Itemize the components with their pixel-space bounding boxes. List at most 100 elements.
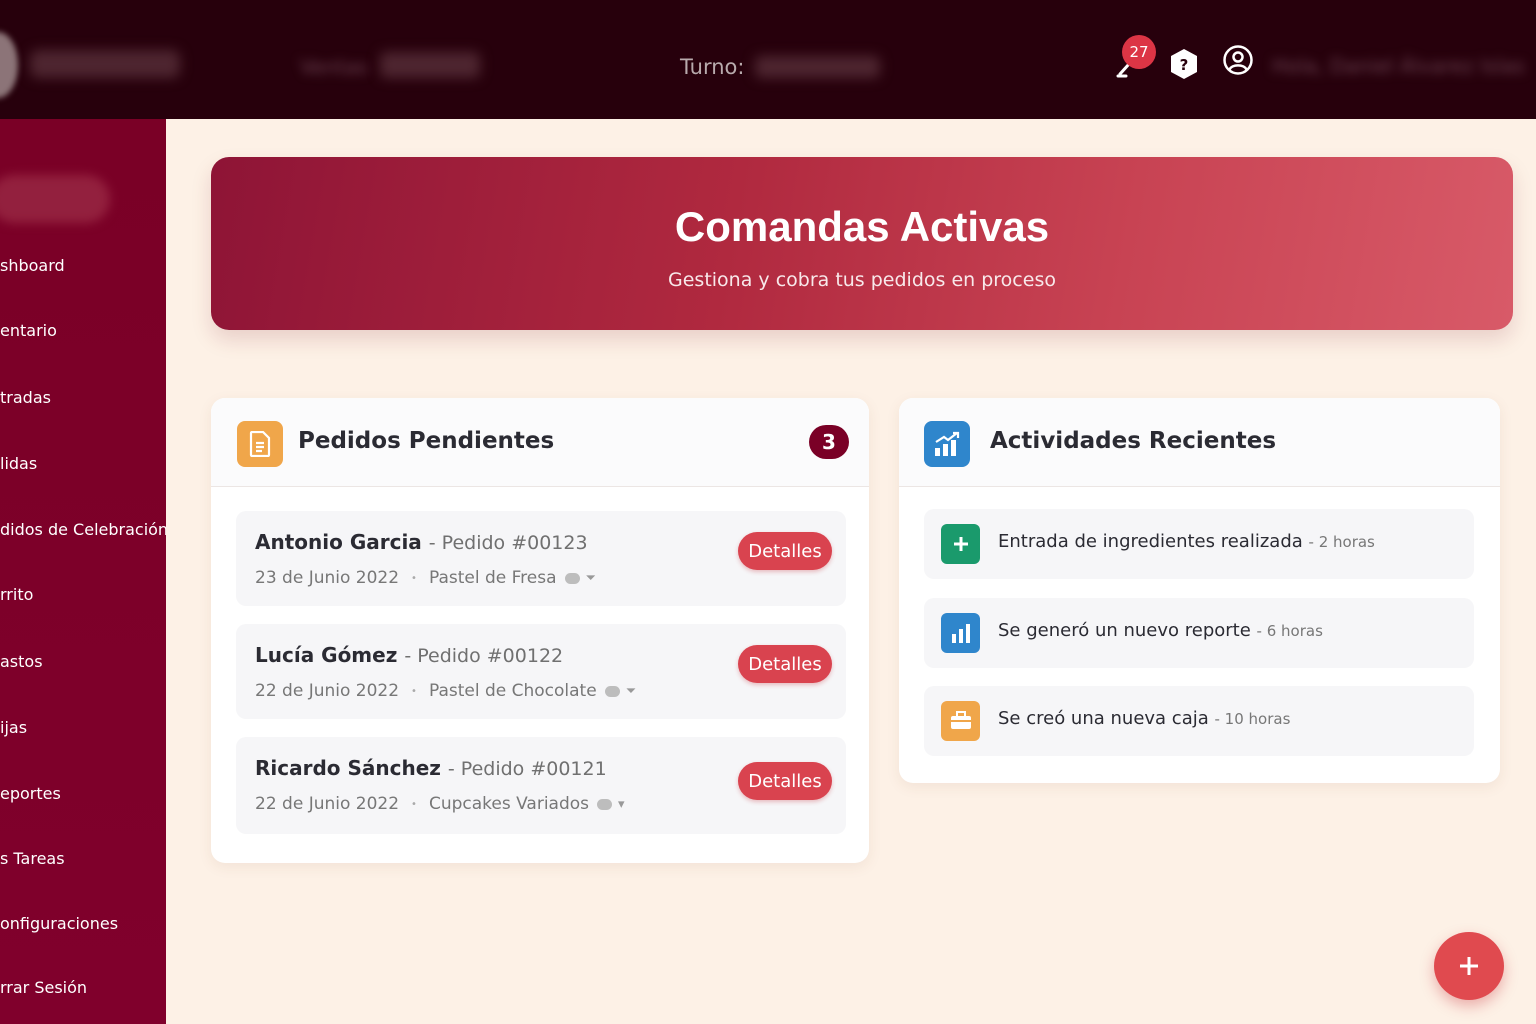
order-product: Pastel de Fresa — [428, 568, 557, 588]
status-dot-icon — [564, 572, 580, 584]
sidebar-item-label: s Tareas — [0, 849, 65, 868]
activity-time: - 10 horas — [1214, 710, 1291, 728]
details-button[interactable]: Detalles — [738, 762, 832, 800]
order-customer: Ricardo Sánchez - Pedido #00121 — [255, 756, 607, 780]
order-number: - Pedido #00122 — [404, 645, 564, 667]
user-circle-icon[interactable] — [1222, 44, 1254, 76]
top-bar: Ventas Turno: 27 ? Hola, Daniel Álvarez … — [0, 0, 1536, 119]
sidebar-header-blurred — [0, 175, 110, 223]
notification-badge[interactable]: 27 — [1122, 35, 1156, 69]
pending-orders-title: Pedidos Pendientes — [298, 428, 555, 454]
activity-text: Se creó una nueva caja - 10 horas — [998, 708, 1290, 729]
order-card[interactable]: Lucía Gómez - Pedido #00122 22 de Junio … — [236, 624, 846, 719]
sidebar-item-label: shboard — [0, 256, 65, 275]
order-date: 22 de Junio 2022 — [255, 794, 400, 814]
activity-time: - 6 horas — [1256, 622, 1323, 640]
sidebar: shboard entario tradas lidas didos de Ce… — [0, 119, 166, 1024]
glass-icon: ⏷ — [625, 683, 637, 699]
sidebar-item-cajas[interactable]: ijas — [0, 718, 27, 737]
pending-orders-header: Pedidos Pendientes — [211, 398, 869, 487]
sidebar-item-dashboard[interactable]: shboard — [0, 256, 65, 275]
sidebar-item-label: rrar Sesión — [0, 978, 88, 997]
ventas-value-blurred — [380, 52, 480, 78]
document-icon — [237, 421, 283, 467]
activity-item: Entrada de ingredientes realizada - 2 ho… — [924, 509, 1474, 579]
order-meta: 22 de Junio 2022 • Pastel de Chocolate ⏷ — [255, 681, 636, 701]
status-dot-icon — [597, 798, 613, 810]
separator-icon: • — [411, 572, 417, 584]
user-greeting[interactable]: Hola, Daniel Álvarez Islas — [1272, 54, 1525, 78]
brand-name-blurred — [30, 50, 180, 78]
glass-icon: ⏷ — [585, 570, 596, 586]
cash-register-icon — [941, 701, 980, 741]
add-button[interactable] — [1434, 932, 1504, 1000]
ventas-label: Ventas — [300, 55, 368, 79]
recent-activities-card: Actividades Recientes Entrada de ingredi… — [899, 398, 1500, 783]
order-customer: Antonio Garcia - Pedido #00123 — [255, 530, 588, 554]
activity-description: Se creó una nueva caja — [998, 708, 1209, 729]
customer-name: Antonio Garcia — [255, 530, 422, 554]
separator-icon: • — [411, 685, 417, 697]
bar-chart-icon — [941, 613, 980, 653]
order-date: 23 de Junio 2022 — [255, 568, 400, 588]
sidebar-item-label: rrito — [0, 585, 34, 604]
svg-text:?: ? — [1180, 56, 1189, 74]
sidebar-item-tareas[interactable]: s Tareas — [0, 849, 65, 868]
sidebar-item-cerrar-sesion[interactable]: rrar Sesión — [0, 978, 87, 997]
details-button[interactable]: Detalles — [738, 645, 832, 683]
sidebar-item-carrito[interactable]: rrito — [0, 585, 33, 604]
activity-description: Entrada de ingredientes realizada — [998, 531, 1303, 552]
customer-name: Lucía Gómez — [255, 643, 398, 667]
order-product: Cupcakes Variados — [428, 794, 590, 814]
logo[interactable] — [0, 32, 18, 98]
pending-count-badge: 3 — [809, 425, 849, 459]
turno-label: Turno: — [680, 55, 745, 79]
sidebar-item-label: astos — [0, 652, 43, 671]
order-meta: 23 de Junio 2022 • Pastel de Fresa ⏷ — [255, 568, 596, 588]
chart-growth-icon — [924, 421, 970, 467]
order-number: - Pedido #00121 — [447, 758, 607, 780]
status-dot-icon — [604, 685, 620, 697]
sidebar-item-label: onfiguraciones — [0, 914, 119, 933]
recent-activities-header: Actividades Recientes — [899, 398, 1500, 487]
turno-value-blurred — [755, 56, 880, 78]
sidebar-item-entradas[interactable]: tradas — [0, 388, 51, 407]
sidebar-item-gastos[interactable]: astos — [0, 652, 43, 671]
order-customer: Lucía Gómez - Pedido #00122 — [255, 643, 563, 667]
sidebar-item-configuraciones[interactable]: onfiguraciones — [0, 914, 118, 933]
recent-activities-title: Actividades Recientes — [990, 428, 1277, 454]
sidebar-item-salidas[interactable]: lidas — [0, 454, 37, 473]
activity-text: Entrada de ingredientes realizada - 2 ho… — [998, 531, 1375, 552]
sidebar-item-label: lidas — [0, 454, 38, 473]
sidebar-item-label: ijas — [0, 718, 28, 737]
sidebar-item-label: eportes — [0, 784, 61, 803]
sidebar-item-label: entario — [0, 321, 57, 340]
order-product: Pastel de Chocolate — [428, 681, 597, 701]
activity-item: Se generó un nuevo reporte - 6 horas — [924, 598, 1474, 668]
hero-banner: Comandas Activas Gestiona y cobra tus pe… — [211, 157, 1513, 330]
sidebar-item-label: didos de Celebración — [0, 520, 166, 539]
sidebar-item-reportes[interactable]: eportes — [0, 784, 61, 803]
order-date: 22 de Junio 2022 — [255, 681, 400, 701]
sidebar-item-pedidos-celebracion[interactable]: didos de Celebración — [0, 520, 166, 539]
activity-text: Se generó un nuevo reporte - 6 horas — [998, 620, 1323, 641]
order-card[interactable]: Ricardo Sánchez - Pedido #00121 22 de Ju… — [236, 737, 846, 834]
order-meta: 22 de Junio 2022 • Cupcakes Variados ▾ — [255, 794, 625, 814]
sidebar-item-inventario[interactable]: entario — [0, 321, 57, 340]
customer-name: Ricardo Sánchez — [255, 756, 441, 780]
activity-description: Se generó un nuevo reporte — [998, 620, 1251, 641]
details-button[interactable]: Detalles — [738, 532, 832, 570]
order-number: - Pedido #00123 — [428, 532, 588, 554]
page-title: Comandas Activas — [674, 203, 1050, 250]
order-card[interactable]: Antonio Garcia - Pedido #00123 23 de Jun… — [236, 511, 846, 606]
plus-icon — [1460, 957, 1478, 975]
sidebar-item-label: tradas — [0, 388, 51, 407]
separator-icon: • — [411, 798, 417, 810]
pending-orders-card: Pedidos Pendientes Antonio Garcia - Pedi… — [211, 398, 869, 863]
page-subtitle: Gestiona y cobra tus pedidos en proceso — [668, 269, 1056, 291]
cupcake-icon: ▾ — [618, 796, 625, 812]
activity-time: - 2 horas — [1308, 533, 1375, 551]
help-icon[interactable]: ? — [1169, 48, 1199, 80]
activity-item: Se creó una nueva caja - 10 horas — [924, 686, 1474, 756]
plus-icon — [941, 524, 980, 564]
